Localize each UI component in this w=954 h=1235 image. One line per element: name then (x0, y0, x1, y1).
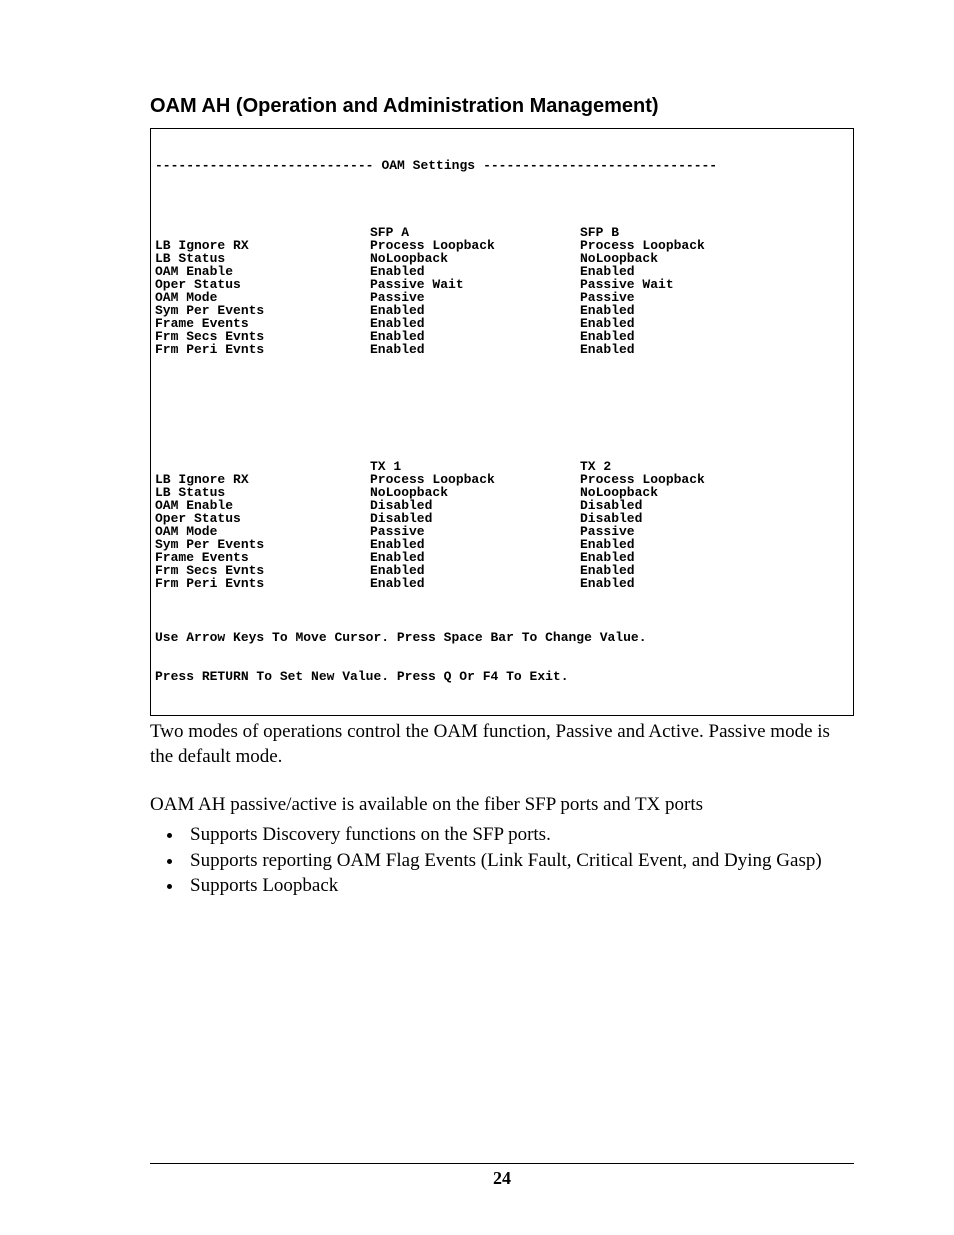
dash-right: ------------------------------ (483, 159, 717, 172)
cell[interactable]: Enabled (580, 343, 849, 356)
paragraph-availability: OAM AH passive/active is available on th… (150, 793, 854, 818)
paragraph-modes: Two modes of operations control the OAM … (150, 720, 854, 769)
list-item: Supports Loopback (184, 873, 854, 899)
terminal-title: OAM Settings (373, 159, 483, 172)
page-footer: 24 (150, 1163, 854, 1189)
hint-line-2: Press RETURN To Set New Value. Press Q O… (155, 670, 849, 683)
oam-settings-terminal: ---------------------------- OAM Setting… (150, 128, 854, 716)
feature-bullets: Supports Discovery functions on the SFP … (150, 822, 854, 899)
tx-table: TX 1 TX 2 LB Ignore RX Process Loopback … (155, 460, 849, 590)
sfp-table: SFP A SFP B LB Ignore RX Process Loopbac… (155, 226, 849, 356)
footer-rule (150, 1163, 854, 1164)
hint-line-1: Use Arrow Keys To Move Cursor. Press Spa… (155, 631, 849, 644)
spacer (155, 395, 849, 408)
row-label: Frm Peri Evnts (155, 577, 370, 590)
dash-left: ---------------------------- (155, 159, 373, 172)
cell[interactable]: Enabled (370, 343, 580, 356)
page-number: 24 (150, 1168, 854, 1189)
cell[interactable]: Enabled (370, 577, 580, 590)
list-item: Supports Discovery functions on the SFP … (184, 822, 854, 848)
terminal-titlebar: ---------------------------- OAM Setting… (155, 159, 849, 172)
list-item: Supports reporting OAM Flag Events (Link… (184, 848, 854, 874)
row-label: Frm Peri Evnts (155, 343, 370, 356)
cell[interactable]: Enabled (580, 577, 849, 590)
page: OAM AH (Operation and Administration Man… (0, 0, 954, 1235)
section-heading: OAM AH (Operation and Administration Man… (150, 95, 854, 118)
